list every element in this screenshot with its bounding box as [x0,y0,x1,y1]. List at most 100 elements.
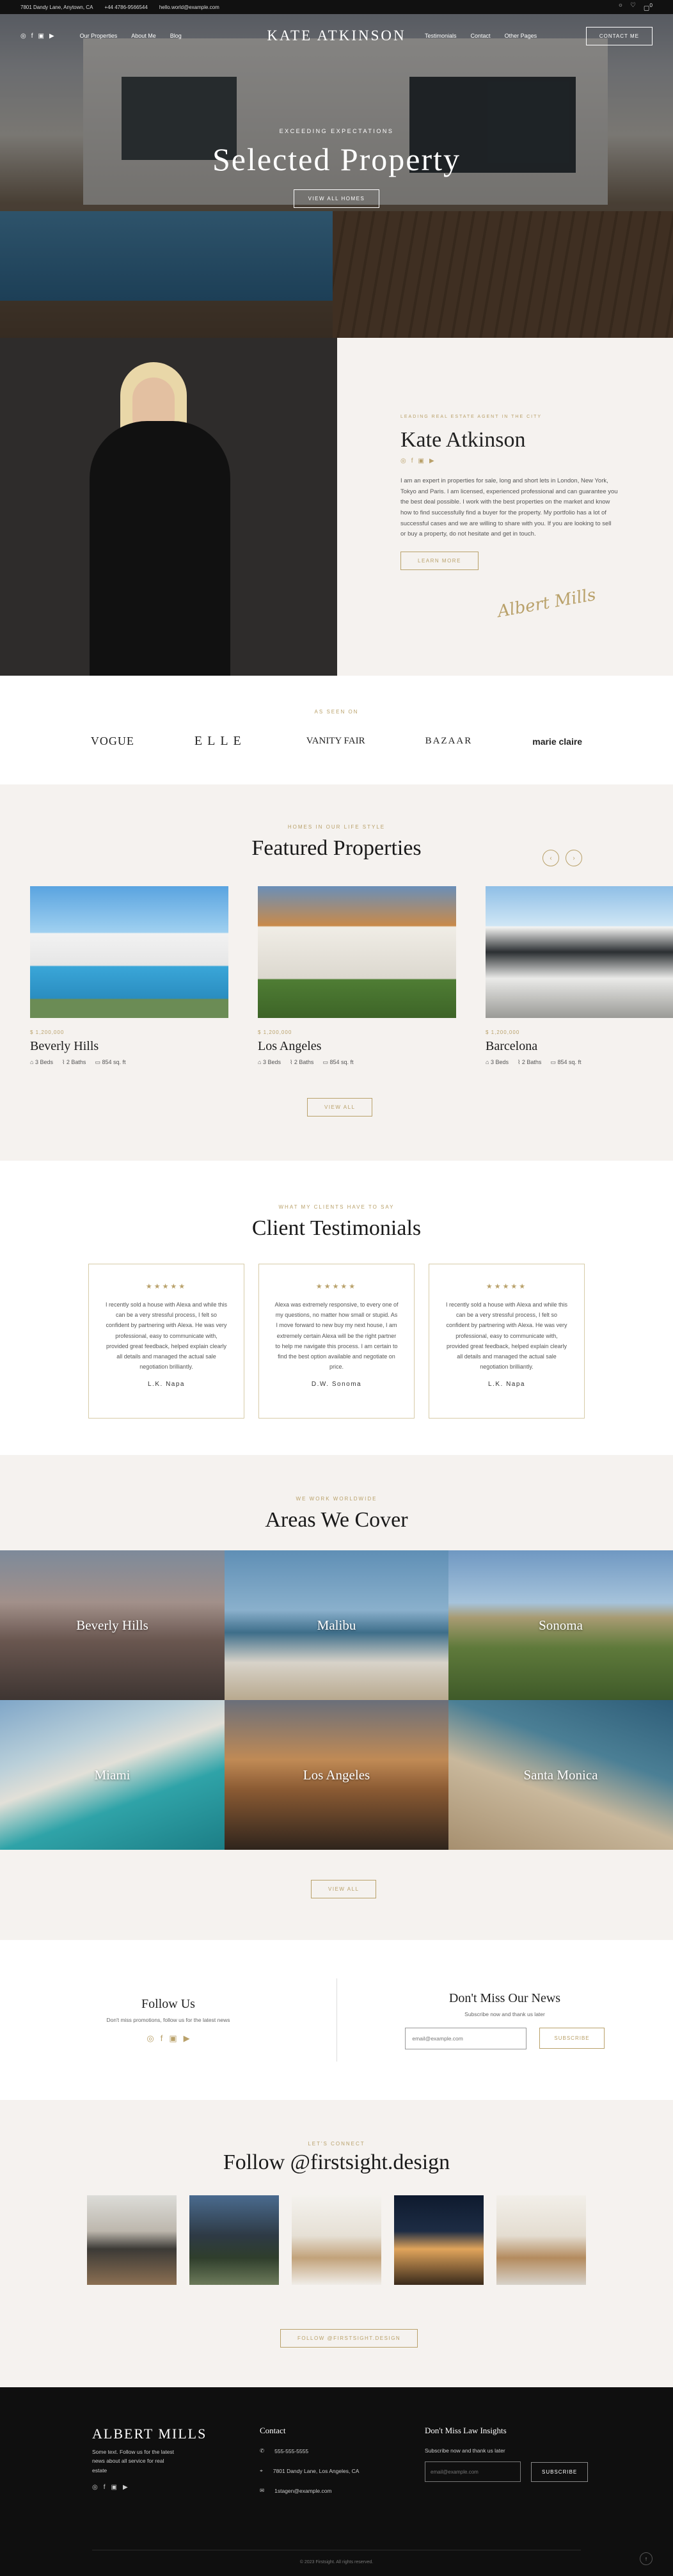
nav-link-testimonials[interactable]: Testimonials [425,33,457,39]
instagram-photo[interactable] [292,2195,381,2285]
as-seen-on-section: AS SEEN ON VOGUE ELLE VANITY FAIR BAZAAR… [0,676,673,784]
follow-newsletter-section: Follow Us Don't miss promotions, follow … [0,1940,673,2100]
property-image[interactable] [258,886,456,1018]
footer-contact-column: Contact ✆ 555-555-5555 ⌖ 7801 Dandy Lane, … [260,2426,425,2507]
area-tile[interactable]: Los Angeles [225,1700,448,1850]
facebook-icon[interactable]: f [104,2484,106,2491]
follow-instagram-button[interactable]: FOLLOW @FIRSTSIGHT.DESIGN [280,2329,418,2348]
linkedin-icon[interactable]: ▣ [169,2033,177,2044]
area-tile[interactable]: Miami [0,1700,225,1850]
testimonial-cards: ★★★★★ I recently sold a house with Alexa… [0,1264,673,1419]
youtube-icon[interactable]: ▶ [429,457,434,465]
heart-icon[interactable]: ♡ [630,2,636,12]
footer-email[interactable]: ✉ 1stagen@example.com [260,2487,425,2494]
site-logo[interactable]: KATE ATKINSON [267,28,406,44]
youtube-icon[interactable]: ▶ [123,2484,128,2491]
property-card[interactable]: $ 1,200,000 Beverly Hills ⌂ 3 Beds ⌇ 2 B… [30,886,228,1066]
property-city[interactable]: Los Angeles [258,1039,456,1054]
instagram-section: LET'S CONNECT Follow @firstsight.design … [0,2100,673,2387]
baths-label: 2 Baths [66,1059,86,1065]
newsletter-subtitle: Subscribe now and thank us later [464,2010,545,2017]
area-tile[interactable]: Beverly Hills [0,1550,225,1700]
chevron-left-icon[interactable]: ‹ [542,850,559,866]
instagram-photo[interactable] [496,2195,586,2285]
instagram-photo[interactable] [189,2195,279,2285]
instagram-title: Follow @firstsight.design [223,2151,450,2174]
back-to-top-button[interactable]: ↑ [640,2552,653,2565]
footer-logo[interactable]: ALBERT MILLS [92,2426,260,2442]
youtube-icon[interactable]: ▶ [184,2033,190,2044]
view-all-areas-button[interactable]: VIEW ALL [311,1880,377,1898]
property-card[interactable]: $ 1,200,000 Barcelona ⌂ 3 Beds ⌇ 2 Baths… [486,886,673,1066]
follow-subtitle: Don't miss promotions, follow us for the… [106,2016,230,2023]
testimonial-text: Alexa was extremely responsive, to every… [274,1301,399,1371]
footer-brand-column: ALBERT MILLS Some text. Follow us for th… [92,2426,260,2507]
property-price: $ 1,200,000 [258,1030,292,1035]
nav-link-properties[interactable]: Our Properties [80,33,118,39]
instagram-icon[interactable]: ◎ [146,2033,154,2044]
instagram-icon[interactable]: ◎ [400,457,406,465]
newsletter-block: Don't Miss Our News Subscribe now and th… [336,1991,673,2049]
follow-us-block: Follow Us Don't miss promotions, follow … [0,1997,336,2044]
instagram-icon[interactable]: ◎ [92,2484,98,2491]
chevron-right-icon[interactable]: › [566,850,582,866]
contact-me-button[interactable]: CONTACT ME [585,26,653,45]
linkedin-icon[interactable]: ▣ [111,2484,117,2491]
property-image[interactable] [30,886,228,1018]
hero-content: EXCEEDING EXPECTATIONS Selected Property… [0,128,673,208]
area-tile[interactable]: Santa Monica [448,1700,673,1850]
footer-columns: ALBERT MILLS Some text. Follow us for th… [92,2426,673,2507]
bag-icon[interactable]: ▢0 [644,2,653,12]
nav-social-icons: ◎ f ▣ ▶ [20,33,54,40]
site-footer: ALBERT MILLS Some text. Follow us for th… [0,2387,673,2576]
area-label: Miami [94,1767,131,1783]
nav-link-blog[interactable]: Blog [170,33,182,39]
property-image[interactable] [486,886,673,1018]
property-price: $ 1,200,000 [486,1030,520,1035]
area-tile[interactable]: Malibu [225,1550,448,1700]
footer-phone[interactable]: ✆ 555-555-5555 [260,2447,425,2454]
star-rating: ★★★★★ [486,1283,528,1291]
property-card[interactable]: $ 1,200,000 Los Angeles ⌂ 3 Beds ⌇ 2 Bat… [258,886,456,1066]
instagram-icon[interactable]: ◎ [20,33,26,40]
footer-email-input[interactable] [425,2461,521,2482]
instagram-photo[interactable] [87,2195,177,2285]
footer-news-form: SUBSCRIBE [425,2461,589,2482]
facebook-icon[interactable]: f [411,457,413,465]
learn-more-button[interactable]: LEARN MORE [400,551,479,570]
beds-label: 3 Beds [35,1059,53,1065]
view-all-properties-button[interactable]: VIEW ALL [307,1098,373,1117]
linkedin-icon[interactable]: ▣ [418,457,424,465]
phone-link[interactable]: +44 4786-9566544 [104,4,147,10]
area-tile[interactable]: Sonoma [448,1550,673,1700]
instagram-photo[interactable] [394,2195,484,2285]
facebook-icon[interactable]: f [161,2033,163,2044]
main-nav: ◎ f ▣ ▶ Our Properties About Me Blog KAT… [0,14,673,58]
user-icon[interactable]: ○ [619,2,622,12]
property-city[interactable]: Barcelona [486,1039,673,1054]
testimonials-eyebrow: WHAT MY CLIENTS HAVE TO SAY [278,1204,395,1210]
view-all-homes-button[interactable]: VIEW ALL HOMES [293,189,380,208]
area-label: 854 sq. ft [329,1059,354,1065]
footer-subscribe-button[interactable]: SUBSCRIBE [531,2461,589,2482]
newsletter-email-input[interactable] [405,2027,527,2049]
beds-value: ⌂ 3 Beds [486,1059,509,1066]
nav-link-about[interactable]: About Me [131,33,156,39]
nav-link-contact[interactable]: Contact [471,33,491,39]
signature: Albert Mills [496,585,598,622]
area-label: 854 sq. ft [102,1059,126,1065]
subscribe-button[interactable]: SUBSCRIBE [539,2028,605,2049]
area-label: Malibu [317,1617,356,1633]
youtube-icon[interactable]: ▶ [49,33,54,40]
nav-right-links: Testimonials Contact Other Pages [425,33,537,39]
property-city[interactable]: Beverly Hills [30,1039,228,1054]
baths-value: ⌇ 2 Baths [62,1059,86,1066]
footer-newsletter-column: Don't Miss Law Insights Subscribe now an… [425,2426,589,2507]
section-divider [336,1978,337,2062]
nav-link-other-pages[interactable]: Other Pages [505,33,537,39]
area-label: Los Angeles [303,1767,370,1783]
facebook-icon[interactable]: f [31,33,33,40]
email-link[interactable]: hello.world@example.com [159,4,219,10]
linkedin-icon[interactable]: ▣ [38,33,44,40]
footer-news-title: Don't Miss Law Insights [425,2426,507,2435]
